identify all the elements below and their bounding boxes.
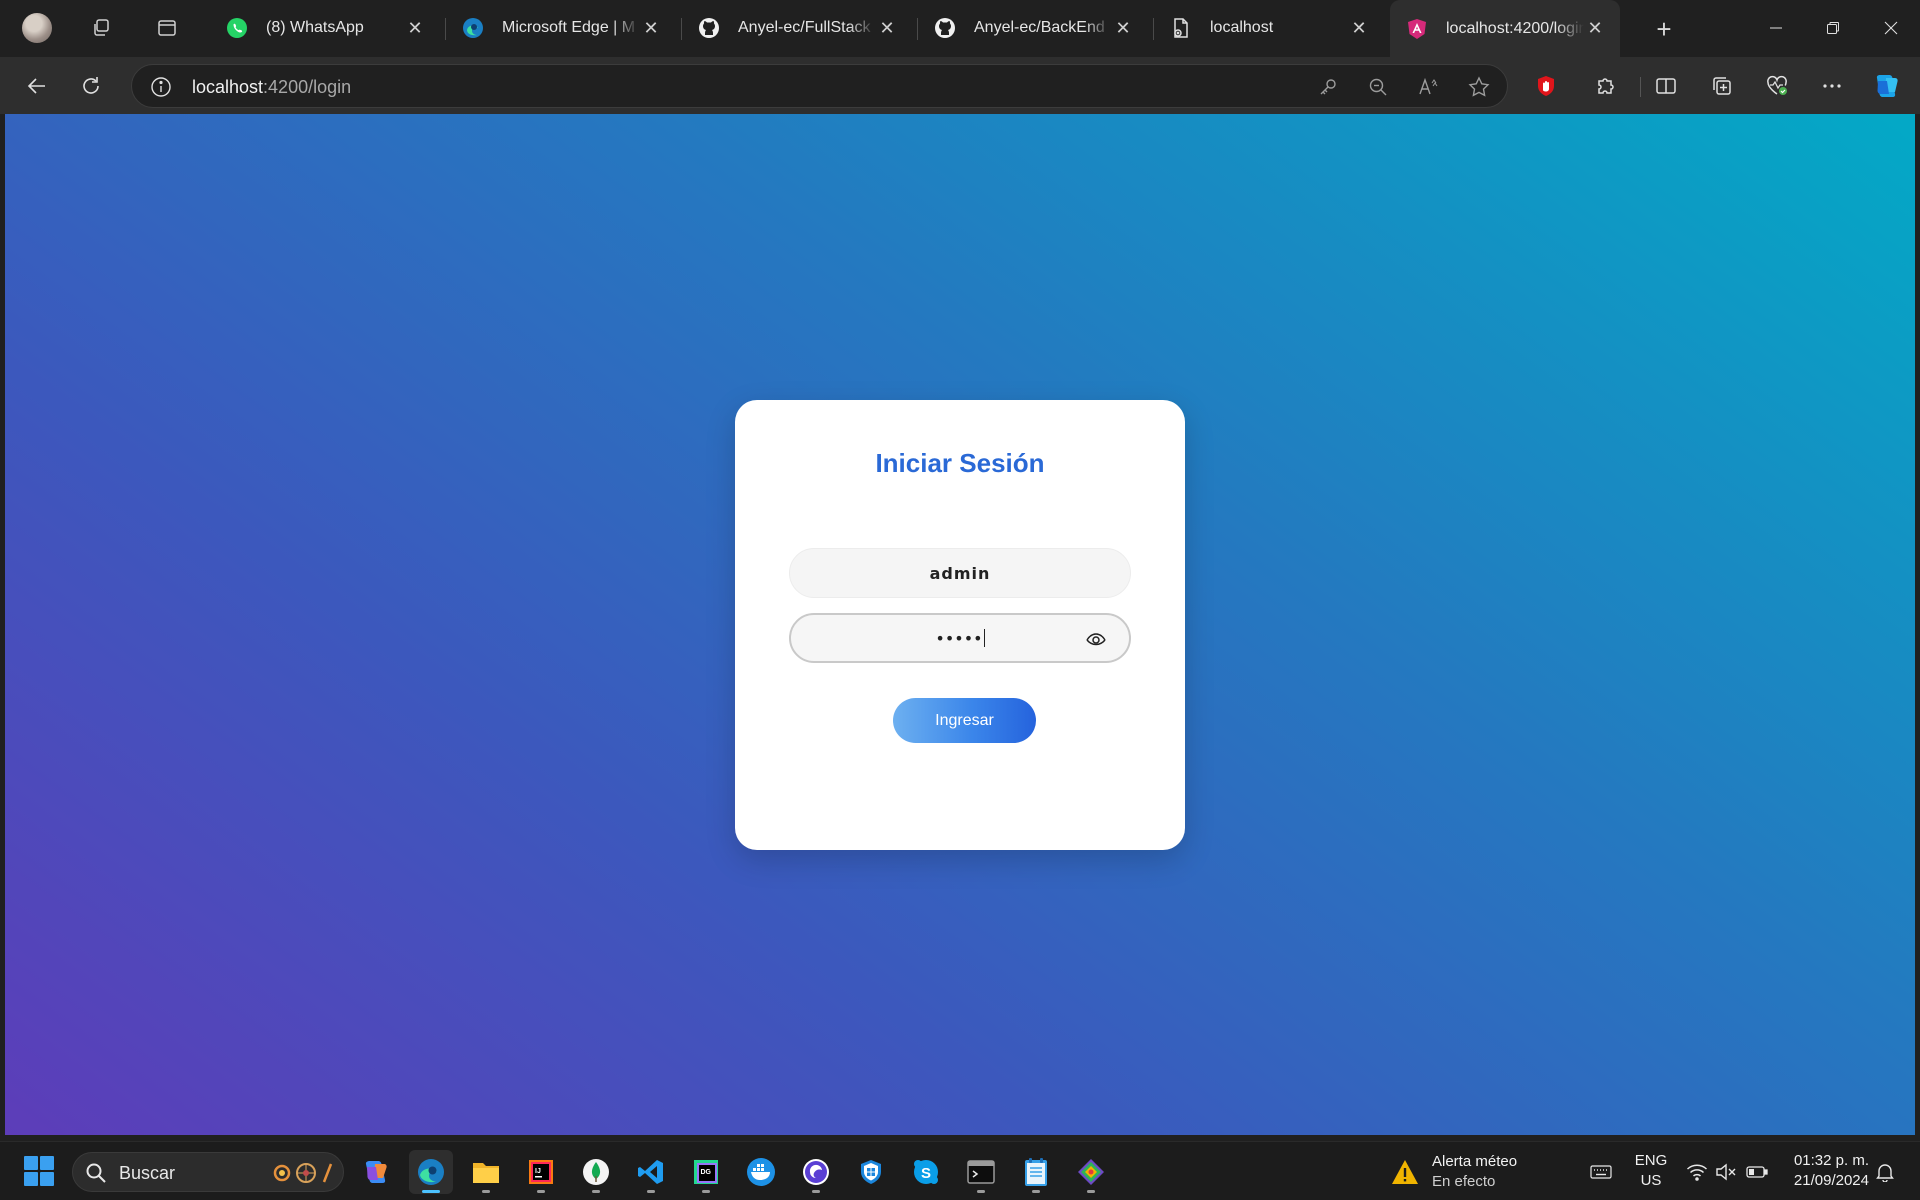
back-icon[interactable] xyxy=(18,67,56,105)
notepad-icon[interactable] xyxy=(1014,1150,1058,1194)
close-icon[interactable]: ✕ xyxy=(1112,17,1134,39)
weather-widget[interactable]: Alerta méteo En efecto xyxy=(1390,1151,1540,1193)
svg-text:IJ: IJ xyxy=(535,1168,541,1175)
url-text: localhost:4200/login xyxy=(192,77,352,97)
vscode-icon[interactable] xyxy=(629,1150,673,1194)
page-icon xyxy=(1170,17,1192,39)
tab-whatsapp[interactable]: (8) WhatsApp ✕ xyxy=(210,7,440,49)
close-icon[interactable]: ✕ xyxy=(404,17,426,39)
tab-localhost[interactable]: localhost ✕ xyxy=(1154,7,1384,49)
extension-adblock-icon[interactable] xyxy=(1527,67,1565,105)
github-icon xyxy=(934,17,956,39)
new-tab-button[interactable]: + xyxy=(1648,13,1680,45)
favorite-star-icon[interactable] xyxy=(1467,75,1491,99)
weather-title: Alerta méteo xyxy=(1432,1153,1518,1170)
close-icon[interactable]: ✕ xyxy=(876,17,898,39)
notification-bell-icon[interactable] xyxy=(1873,1160,1897,1184)
extensions-puzzle-icon[interactable] xyxy=(1587,67,1625,105)
search-placeholder: Buscar xyxy=(119,1163,176,1183)
datagrip-icon[interactable]: DG xyxy=(684,1150,728,1194)
close-icon[interactable]: ✕ xyxy=(1584,18,1606,40)
region-code: US xyxy=(1640,1172,1662,1189)
toolbar-separator xyxy=(1640,77,1641,97)
tab-github-backend[interactable]: Anyel-ec/BackEnd ✕ xyxy=(918,7,1148,49)
volume-muted-icon[interactable] xyxy=(1714,1160,1738,1184)
keyboard-icon[interactable] xyxy=(1589,1160,1613,1184)
svg-text:DG: DG xyxy=(701,1169,712,1176)
login-title: Iniciar Sesión xyxy=(875,448,1045,478)
weather-subtitle: En efecto xyxy=(1432,1173,1496,1190)
username-field[interactable] xyxy=(789,548,1131,598)
more-options-icon[interactable] xyxy=(1813,67,1851,105)
edge-icon xyxy=(462,17,484,39)
show-password-eye-icon[interactable] xyxy=(1085,629,1107,649)
close-icon[interactable]: ✕ xyxy=(640,17,662,39)
refresh-icon[interactable] xyxy=(72,67,110,105)
skype-icon[interactable]: S xyxy=(904,1150,948,1194)
workspaces-icon[interactable] xyxy=(86,13,116,43)
profile-avatar[interactable] xyxy=(22,13,52,43)
mongodb-compass-icon[interactable] xyxy=(574,1150,618,1194)
weather-alert-icon xyxy=(1390,1157,1420,1187)
clock-time: 01:32 p. m. xyxy=(1793,1152,1869,1169)
github-icon xyxy=(698,17,720,39)
username-input[interactable] xyxy=(790,549,1130,597)
tab-github-fullstack[interactable]: Anyel-ec/FullStack ✕ xyxy=(682,7,912,49)
svg-text:S: S xyxy=(921,1165,931,1182)
tab-title: (8) WhatsApp xyxy=(266,19,364,36)
git-tool-icon[interactable] xyxy=(1069,1150,1113,1194)
tab-localhost-login[interactable]: localhost:4200/login ✕ xyxy=(1390,0,1620,57)
windows-taskbar: Buscar IJ DG S Alerta méteo En efecto EN… xyxy=(0,1141,1920,1200)
close-icon[interactable]: ✕ xyxy=(1348,17,1370,39)
tab-title: Anyel-ec/BackEnd xyxy=(974,19,1105,36)
close-window-icon[interactable] xyxy=(1868,10,1914,46)
system-clock[interactable]: 01:32 p. m. 21/09/2024 xyxy=(1775,1151,1869,1191)
split-screen-icon[interactable] xyxy=(1647,67,1685,105)
postman-icon[interactable] xyxy=(794,1150,838,1194)
browser-toolbar: localhost:4200/login xyxy=(0,57,1920,114)
windows-security-icon[interactable] xyxy=(849,1150,893,1194)
password-field[interactable]: ••••• xyxy=(789,613,1131,663)
tab-title: localhost:4200/login xyxy=(1446,19,1584,37)
intellij-icon[interactable]: IJ xyxy=(519,1150,563,1194)
terminal-icon[interactable] xyxy=(959,1150,1003,1194)
tab-microsoft-edge[interactable]: Microsoft Edge | M ✕ xyxy=(446,7,676,49)
docker-icon[interactable] xyxy=(739,1150,783,1194)
whatsapp-icon xyxy=(226,17,248,39)
language-code: ENG xyxy=(1634,1152,1668,1169)
login-submit-button[interactable]: Ingresar xyxy=(893,698,1036,743)
password-input[interactable]: ••••• xyxy=(791,629,1129,648)
key-icon[interactable] xyxy=(1316,75,1340,99)
search-highlight-icon xyxy=(271,1159,335,1187)
collections-icon[interactable] xyxy=(1703,67,1741,105)
minimize-icon[interactable] xyxy=(1753,10,1799,46)
tab-title: Microsoft Edge | M xyxy=(502,19,636,36)
angular-icon xyxy=(1406,18,1428,40)
edge-taskbar-icon[interactable] xyxy=(409,1150,453,1194)
tab-actions-icon[interactable] xyxy=(152,13,182,43)
file-explorer-icon[interactable] xyxy=(464,1150,508,1194)
tab-strip: (8) WhatsApp ✕ Microsoft Edge | M ✕ Anye… xyxy=(0,0,1920,57)
restore-icon[interactable] xyxy=(1810,10,1856,46)
address-bar[interactable]: localhost:4200/login xyxy=(131,64,1508,108)
copilot-icon[interactable] xyxy=(1868,67,1906,105)
login-card: Iniciar Sesión ••••• Ingresar xyxy=(735,400,1185,850)
page-viewport: Iniciar Sesión ••••• Ingresar xyxy=(5,114,1915,1135)
start-windows-icon[interactable] xyxy=(24,1156,54,1186)
tab-title: localhost xyxy=(1210,19,1274,36)
site-info-icon[interactable] xyxy=(150,76,172,98)
browser-essentials-icon[interactable] xyxy=(1758,67,1796,105)
copilot-app-icon[interactable] xyxy=(354,1150,398,1194)
read-aloud-icon[interactable] xyxy=(1417,75,1441,99)
wifi-icon[interactable] xyxy=(1685,1160,1709,1184)
zoom-out-icon[interactable] xyxy=(1366,75,1390,99)
battery-icon[interactable] xyxy=(1745,1160,1769,1184)
taskbar-search[interactable]: Buscar xyxy=(72,1152,344,1192)
clock-date: 21/09/2024 xyxy=(1793,1172,1869,1189)
input-language[interactable]: ENG US xyxy=(1630,1151,1672,1191)
tab-title: Anyel-ec/FullStack xyxy=(738,19,871,36)
search-icon xyxy=(85,1162,107,1184)
